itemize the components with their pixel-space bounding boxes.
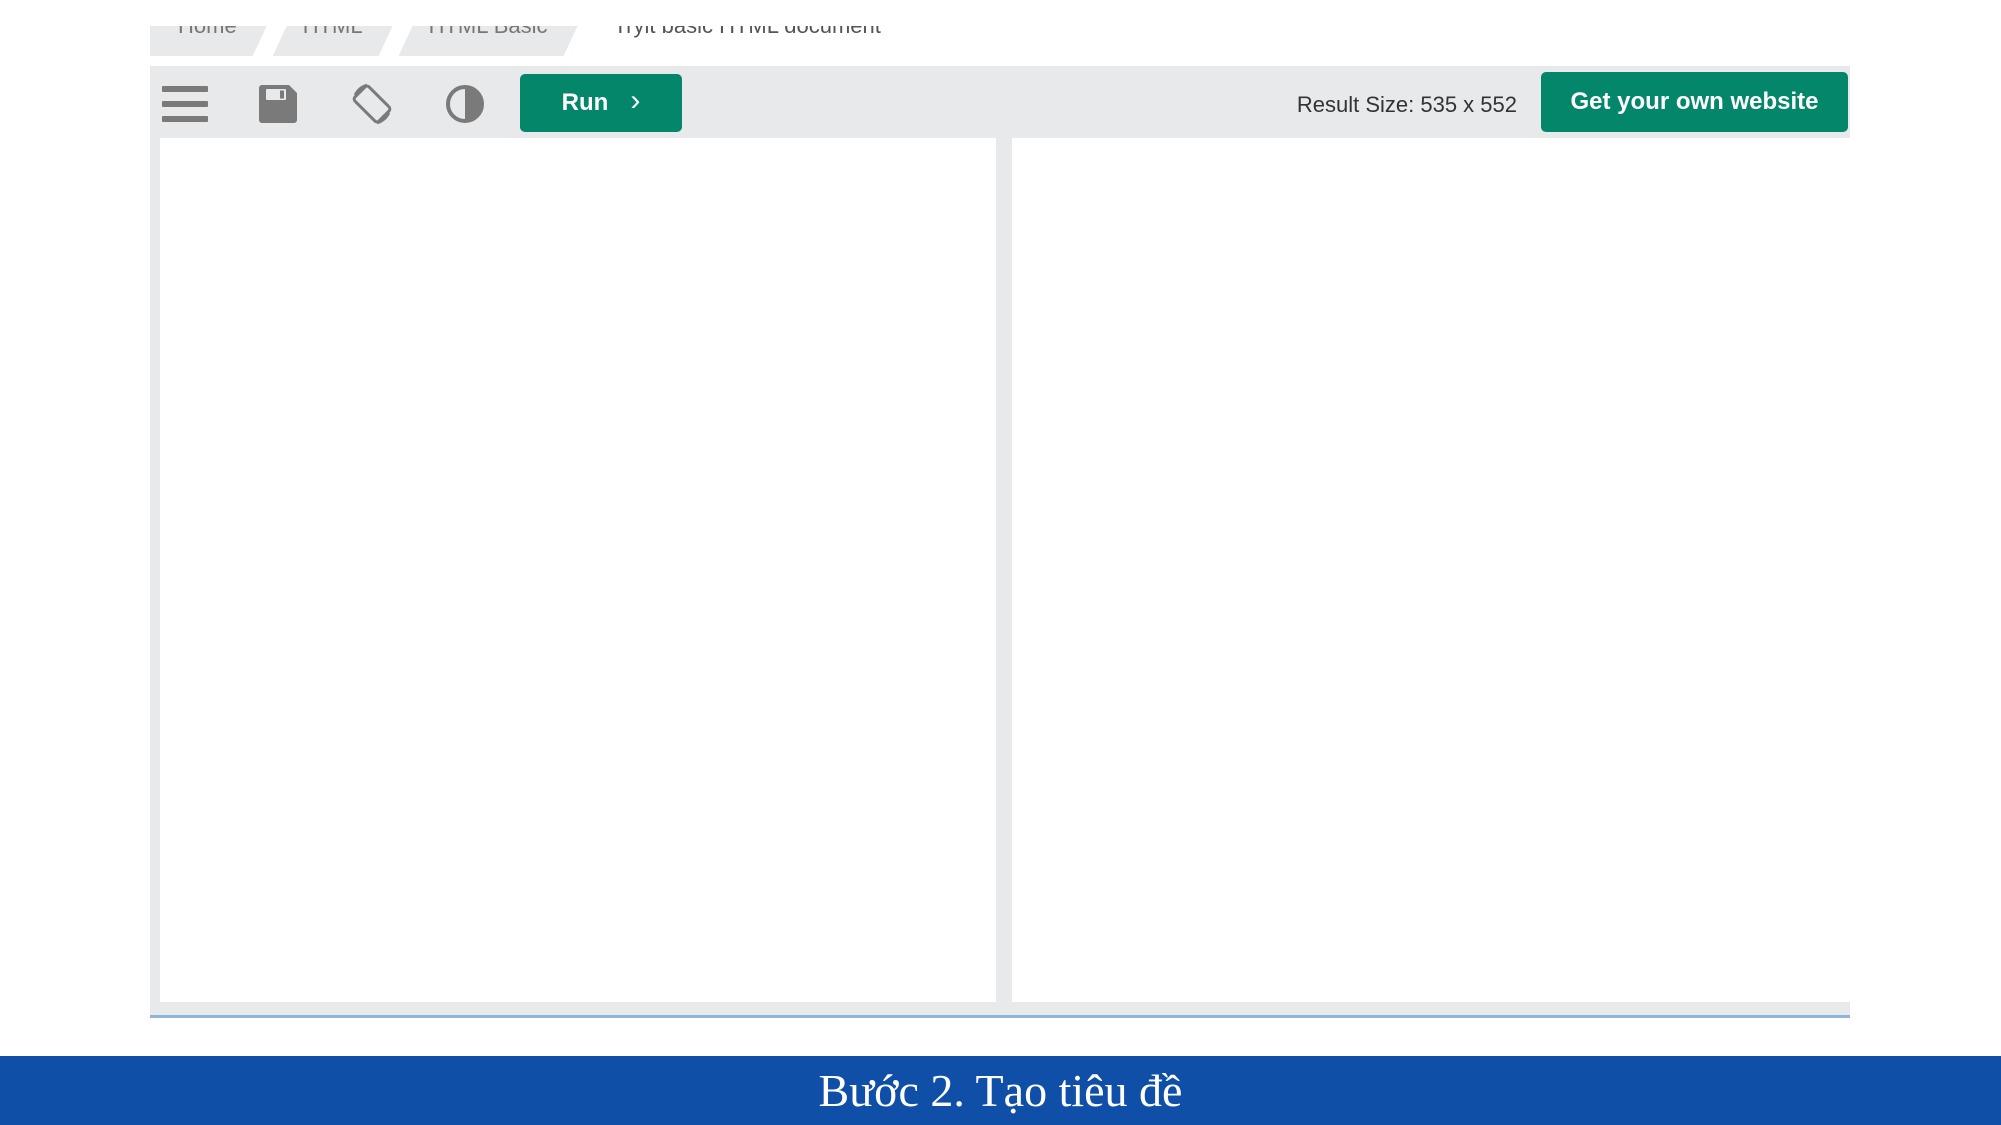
result-pane xyxy=(1012,138,1850,1002)
menu-icon[interactable] xyxy=(161,80,209,128)
screen: Home HTML HTML Basic Tryit basic HTML do… xyxy=(0,0,2001,1125)
caption-bar: Bước 2. Tạo tiêu đề xyxy=(0,1056,2001,1125)
breadcrumb-item-home[interactable]: Home xyxy=(150,26,267,56)
save-icon[interactable] xyxy=(254,80,302,128)
get-own-website-button[interactable]: Get your own website xyxy=(1541,72,1848,132)
toolbar: Run › Result Size: 535 x 552 Get your ow… xyxy=(150,66,1850,138)
editor-area xyxy=(150,138,1850,1018)
breadcrumb: Home HTML HTML Basic Tryit basic HTML do… xyxy=(150,26,917,60)
contrast-icon[interactable] xyxy=(441,80,489,128)
code-editor-pane[interactable] xyxy=(160,138,996,1002)
caption-text: Bước 2. Tạo tiêu đề xyxy=(818,1065,1183,1116)
run-button[interactable]: Run › xyxy=(520,74,682,132)
chevron-right-icon: › xyxy=(630,84,641,117)
breadcrumb-item-current: Tryit basic HTML document xyxy=(584,26,911,56)
breadcrumb-item-html-basic[interactable]: HTML Basic xyxy=(399,26,578,56)
run-button-label: Run xyxy=(561,89,609,116)
result-size-label: Result Size: 535 x 552 xyxy=(1296,92,1517,117)
breadcrumb-item-html[interactable]: HTML xyxy=(273,26,393,56)
rotate-icon[interactable] xyxy=(348,80,396,128)
